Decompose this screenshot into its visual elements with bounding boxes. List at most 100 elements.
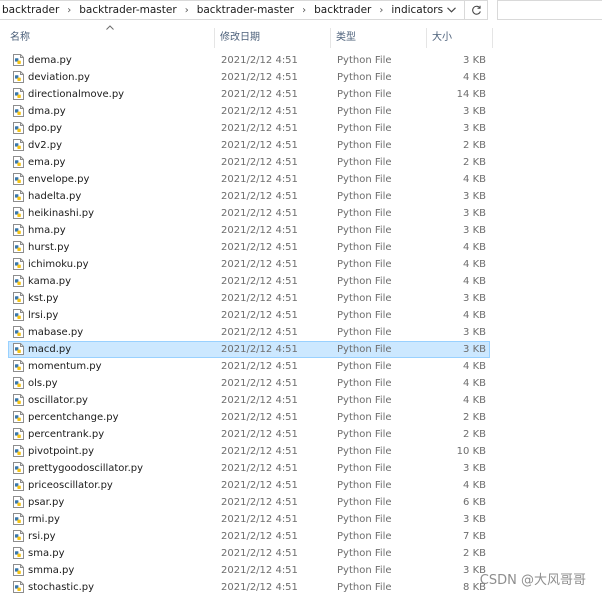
file-date: 2021/2/12 4:51: [221, 106, 298, 117]
file-row[interactable]: priceoscillator.py 2021/2/12 4:51 Python F…: [8, 477, 490, 494]
chevron-right-icon[interactable]: ›: [179, 5, 195, 16]
file-date: 2021/2/12 4:51: [221, 531, 298, 542]
file-row[interactable]: momentum.py 2021/2/12 4:51 Python File 4 KB: [8, 358, 490, 375]
file-row[interactable]: percentrank.py 2021/2/12 4:51 Python File 2…: [8, 426, 490, 443]
file-row[interactable]: dema.py 2021/2/12 4:51 Python File 3 KB: [8, 52, 490, 69]
file-date: 2021/2/12 4:51: [221, 548, 298, 559]
file-date: 2021/2/12 4:51: [221, 582, 298, 593]
file-type: Python File: [337, 242, 392, 253]
file-row[interactable]: lrsi.py 2021/2/12 4:51 Python File 4 KB: [8, 307, 490, 324]
file-row[interactable]: smma.py 2021/2/12 4:51 Python File 3 KB: [8, 562, 490, 579]
chevron-down-icon[interactable]: [441, 1, 461, 19]
file-row[interactable]: dma.py 2021/2/12 4:51 Python File 3 KB: [8, 103, 490, 120]
file-row[interactable]: sma.py 2021/2/12 4:51 Python File 2 KB: [8, 545, 490, 562]
column-divider[interactable]: [426, 28, 427, 48]
file-type: Python File: [337, 225, 392, 236]
file-row[interactable]: percentchange.py 2021/2/12 4:51 Python Fil…: [8, 409, 490, 426]
search-input[interactable]: [497, 0, 602, 20]
file-date: 2021/2/12 4:51: [221, 276, 298, 287]
file-size: 3 KB: [463, 344, 486, 355]
file-size: 2 KB: [463, 429, 486, 440]
file-row[interactable]: kama.py 2021/2/12 4:51 Python File 4 KB: [8, 273, 490, 290]
breadcrumb-backtrader[interactable]: backtrader: [0, 4, 61, 16]
python-file-icon: [13, 71, 24, 83]
column-header-name[interactable]: 名称: [10, 28, 210, 48]
file-row[interactable]: hma.py 2021/2/12 4:51 Python File 3 KB: [8, 222, 490, 239]
file-row[interactable]: pivotpoint.py 2021/2/12 4:51 Python File 10…: [8, 443, 490, 460]
column-header-date-label: 修改日期: [220, 32, 260, 43]
file-row[interactable]: deviation.py 2021/2/12 4:51 Python File 4 K…: [8, 69, 490, 86]
python-file-icon: [13, 173, 24, 185]
file-name: kst.py: [28, 293, 59, 304]
file-type: Python File: [337, 429, 392, 440]
file-name: rsi.py: [28, 531, 56, 542]
file-size: 4 KB: [463, 174, 486, 185]
file-date: 2021/2/12 4:51: [221, 327, 298, 338]
file-row[interactable]: hurst.py 2021/2/12 4:51 Python File 4 KB: [8, 239, 490, 256]
file-row[interactable]: stochastic.py 2021/2/12 4:51 Python File 8 …: [8, 579, 490, 596]
file-date: 2021/2/12 4:51: [221, 259, 298, 270]
file-row[interactable]: ema.py 2021/2/12 4:51 Python File 2 KB: [8, 154, 490, 171]
python-file-icon: [13, 479, 24, 491]
file-size: 4 KB: [463, 259, 486, 270]
refresh-button[interactable]: [464, 0, 488, 20]
file-name: dpo.py: [28, 123, 63, 134]
file-type: Python File: [337, 412, 392, 423]
file-row[interactable]: directionalmove.py 2021/2/12 4:51 Python F…: [8, 86, 490, 103]
python-file-icon: [13, 275, 24, 287]
file-row[interactable]: oscillator.py 2021/2/12 4:51 Python File 4 …: [8, 392, 490, 409]
column-divider[interactable]: [214, 28, 215, 48]
chevron-right-icon[interactable]: ›: [373, 5, 389, 16]
breadcrumb-backtrader-master-2[interactable]: backtrader-master: [195, 4, 296, 16]
file-name: kama.py: [28, 276, 72, 287]
address-bar[interactable]: backtrader › backtrader-master › backtra…: [0, 0, 488, 20]
file-date: 2021/2/12 4:51: [221, 72, 298, 83]
file-row[interactable]: macd.py 2021/2/12 4:51 Python File 3 KB: [8, 341, 490, 358]
file-row[interactable]: ols.py 2021/2/12 4:51 Python File 4 KB: [8, 375, 490, 392]
file-size: 3 KB: [463, 327, 486, 338]
breadcrumb-backtrader-inner[interactable]: backtrader: [312, 4, 373, 16]
file-row[interactable]: mabase.py 2021/2/12 4:51 Python File 3 KB: [8, 324, 490, 341]
file-type: Python File: [337, 157, 392, 168]
file-name: oscillator.py: [28, 395, 88, 406]
file-row[interactable]: prettygoodoscillator.py 2021/2/12 4:51 Pyt…: [8, 460, 490, 477]
file-row[interactable]: envelope.py 2021/2/12 4:51 Python File 4 KB: [8, 171, 490, 188]
python-file-icon: [13, 326, 24, 338]
breadcrumb-indicators[interactable]: indicators: [389, 4, 445, 16]
chevron-right-icon[interactable]: ›: [296, 5, 312, 16]
refresh-icon: [471, 5, 481, 15]
python-file-icon: [13, 496, 24, 508]
column-header-size[interactable]: 大小: [432, 28, 492, 48]
file-type: Python File: [337, 582, 392, 593]
file-type: Python File: [337, 293, 392, 304]
file-size: 4 KB: [463, 378, 486, 389]
file-date: 2021/2/12 4:51: [221, 310, 298, 321]
file-type: Python File: [337, 514, 392, 525]
file-row[interactable]: rsi.py 2021/2/12 4:51 Python File 7 KB: [8, 528, 490, 545]
file-date: 2021/2/12 4:51: [221, 191, 298, 202]
file-row[interactable]: dpo.py 2021/2/12 4:51 Python File 3 KB: [8, 120, 490, 137]
python-file-icon: [13, 139, 24, 151]
column-divider[interactable]: [330, 28, 331, 48]
file-row[interactable]: rmi.py 2021/2/12 4:51 Python File 3 KB: [8, 511, 490, 528]
file-type: Python File: [337, 497, 392, 508]
chevron-right-icon[interactable]: ›: [61, 5, 77, 16]
file-row[interactable]: hadelta.py 2021/2/12 4:51 Python File 3 KB: [8, 188, 490, 205]
address-bar-row: backtrader › backtrader-master › backtra…: [0, 0, 602, 20]
file-size: 3 KB: [463, 123, 486, 134]
file-name: lrsi.py: [28, 310, 59, 321]
file-name: ols.py: [28, 378, 58, 389]
file-date: 2021/2/12 4:51: [221, 344, 298, 355]
file-row[interactable]: kst.py 2021/2/12 4:51 Python File 3 KB: [8, 290, 490, 307]
breadcrumb-backtrader-master-1[interactable]: backtrader-master: [77, 4, 178, 16]
file-row[interactable]: dv2.py 2021/2/12 4:51 Python File 2 KB: [8, 137, 490, 154]
column-header-type[interactable]: 类型: [336, 28, 426, 48]
python-file-icon: [13, 547, 24, 559]
file-row[interactable]: psar.py 2021/2/12 4:51 Python File 6 KB: [8, 494, 490, 511]
python-file-icon: [13, 513, 24, 525]
file-size: 3 KB: [463, 191, 486, 202]
column-header-date[interactable]: 修改日期: [220, 28, 330, 48]
file-row[interactable]: heikinashi.py 2021/2/12 4:51 Python File 3 …: [8, 205, 490, 222]
column-divider[interactable]: [492, 28, 493, 48]
file-row[interactable]: ichimoku.py 2021/2/12 4:51 Python File 4 KB: [8, 256, 490, 273]
